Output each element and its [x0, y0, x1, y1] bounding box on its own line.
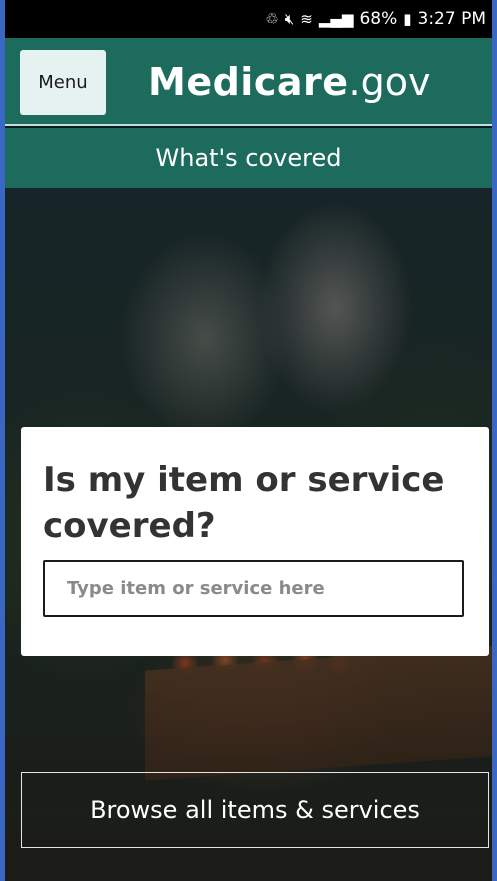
- site-header: Menu Medicare .gov: [5, 38, 492, 126]
- mute-icon: 🔇︎: [284, 9, 295, 28]
- logo-domain: .gov: [348, 60, 431, 104]
- battery-icon: ▮: [403, 9, 412, 28]
- whats-covered-nav[interactable]: What's covered: [5, 128, 492, 188]
- search-card: Is my item or service covered?: [21, 427, 489, 656]
- battery-level: 68%: [359, 9, 398, 29]
- medicare-logo[interactable]: Medicare .gov: [148, 60, 430, 104]
- recycle-icon: ♲: [265, 9, 279, 28]
- wifi-icon: ≋: [300, 9, 313, 28]
- status-bar: ♲ 🔇︎ ≋ ▂▄▆ 68% ▮ 3:27 PM: [5, 0, 492, 38]
- search-title: Is my item or service covered?: [43, 460, 445, 546]
- logo-wordmark: Medicare: [148, 60, 349, 104]
- menu-button[interactable]: Menu: [20, 50, 106, 115]
- app-frame: ♲ 🔇︎ ≋ ▂▄▆ 68% ▮ 3:27 PM Menu Medicare .…: [0, 0, 497, 881]
- search-input[interactable]: [43, 560, 464, 617]
- signal-icon: ▂▄▆: [318, 9, 354, 28]
- browse-all-button[interactable]: Browse all items & services: [21, 772, 489, 848]
- status-time: 3:27 PM: [417, 9, 487, 29]
